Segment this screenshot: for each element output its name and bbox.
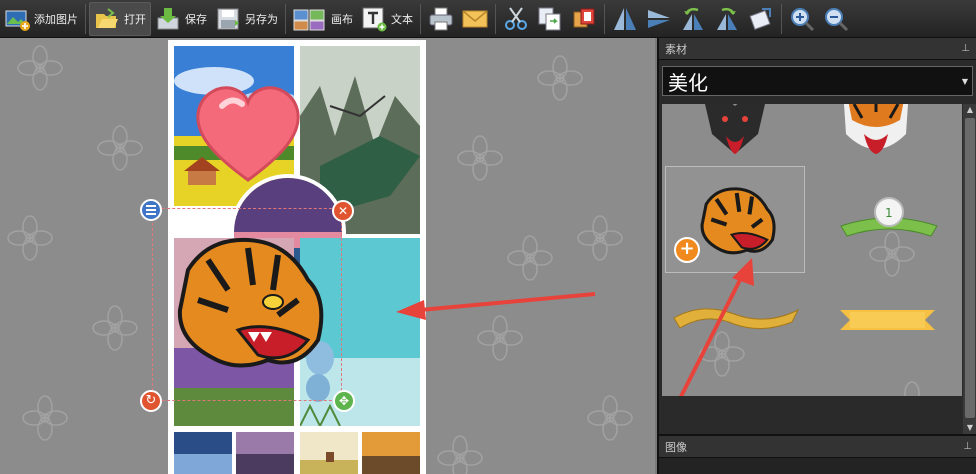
printer-icon [428, 6, 454, 32]
save-as-icon [215, 6, 241, 32]
materials-panel-header: 素材 ⊥ [659, 38, 976, 60]
sticker-tiger-front[interactable] [840, 104, 912, 166]
rotate-right-button[interactable] [710, 2, 744, 36]
email-button[interactable] [458, 2, 492, 36]
open-label: 打开 [124, 12, 146, 26]
toolbar-separator [285, 3, 286, 34]
scroll-up-arrow-icon[interactable]: ▲ [963, 104, 976, 116]
pier-photo [362, 432, 420, 474]
canvas-label: 画布 [331, 12, 353, 26]
chevron-down-icon: ▼ [961, 76, 968, 86]
menu-icon [146, 205, 156, 207]
pin-icon[interactable]: ⊥ [963, 441, 972, 452]
menu-icon-line [146, 209, 156, 211]
menu-icon-line [146, 213, 156, 215]
heart-sticker[interactable] [192, 84, 304, 184]
open-button[interactable]: 打开 [89, 1, 151, 36]
materials-panel: 素材 ⊥ 美化 ▼ + 1 ▲ ▼ 图像 ⊥ [657, 38, 976, 474]
sticker-gallery[interactable]: + 1 [662, 104, 962, 434]
canvas-button[interactable]: 画布 [289, 2, 357, 36]
tiger-front-image [844, 104, 908, 154]
toolbar-separator [604, 3, 605, 34]
sticker-badge-ribbon[interactable]: 1 [837, 192, 942, 242]
zoom-out-icon [823, 6, 849, 32]
resize-icon: ✥ [338, 394, 350, 408]
zoom-in-button[interactable] [785, 2, 819, 36]
photo-cell-bottom-3[interactable] [300, 432, 358, 474]
print-button[interactable] [424, 2, 458, 36]
text-label: 文本 [391, 12, 413, 26]
add-image-button[interactable]: 添加图片 [0, 2, 82, 36]
deer-photo [300, 432, 358, 474]
toolbar-separator [495, 3, 496, 34]
text-button[interactable]: 文本 [357, 2, 417, 36]
copy-button[interactable] [533, 2, 567, 36]
flip-horizontal-icon [612, 6, 638, 32]
rotate-handle[interactable]: ↻ [140, 390, 162, 412]
yellow-banner-image [840, 310, 935, 330]
svg-text:1: 1 [885, 206, 893, 220]
rotate-left-icon [680, 6, 706, 32]
flip-horizontal-button[interactable] [608, 2, 642, 36]
image-panel-header: 图像 ⊥ [659, 436, 976, 458]
paste-button[interactable] [567, 2, 601, 36]
save-as-label: 另存为 [245, 12, 278, 26]
gallery-bottom-gap [662, 396, 962, 434]
rotate-left-button[interactable] [676, 2, 710, 36]
materials-panel-title: 素材 [665, 42, 687, 56]
lake-photo [174, 432, 232, 474]
close-icon: ✕ [337, 204, 349, 218]
toolbar-separator [420, 3, 421, 34]
photo-cell-bottom-4[interactable] [362, 432, 420, 474]
toolbar: 添加图片 打开 保存 另存为 画布 文本 [0, 0, 976, 38]
scissors-icon [503, 6, 529, 32]
rotate-icon: ↻ [145, 393, 157, 408]
cut-button[interactable] [499, 2, 533, 36]
layer-menu-handle[interactable] [140, 199, 162, 221]
canvas-icon [293, 6, 327, 32]
flip-vertical-button[interactable] [642, 2, 676, 36]
category-dropdown[interactable]: 美化 ▼ [662, 66, 973, 96]
copy-icon [537, 6, 563, 32]
save-button[interactable]: 保存 [151, 2, 211, 36]
selection-bounding-box [152, 208, 342, 401]
zoom-in-icon [789, 6, 815, 32]
app-window: 添加图片 打开 保存 另存为 画布 文本 ✕ ↻ ✥ 素材 ⊥ 美化 ▼ + 1… [0, 0, 976, 474]
wolf-image [705, 104, 765, 154]
rotate-right-icon [714, 6, 740, 32]
rotate-free-button[interactable] [744, 2, 778, 36]
scrollbar-thumb[interactable] [965, 118, 975, 418]
sticker-wolf[interactable] [700, 104, 770, 164]
photo-cell-bottom-2[interactable] [236, 432, 294, 474]
flip-vertical-icon [646, 6, 672, 32]
collage-page[interactable] [152, 40, 426, 474]
image-panel-title: 图像 [665, 440, 687, 454]
image-panel: 图像 ⊥ [659, 434, 976, 474]
save-as-button[interactable]: 另存为 [211, 2, 282, 36]
add-image-label: 添加图片 [34, 12, 78, 26]
paste-icon [571, 6, 597, 32]
scroll-down-arrow-icon[interactable]: ▼ [963, 422, 976, 434]
close-handle[interactable]: ✕ [332, 200, 354, 222]
rotate-free-icon [748, 6, 774, 32]
category-value: 美化 [668, 70, 708, 95]
add-image-icon [4, 6, 30, 32]
resize-handle[interactable]: ✥ [333, 390, 355, 412]
envelope-icon [462, 6, 488, 32]
gallery-scrollbar[interactable]: ▲ ▼ [963, 104, 976, 434]
text-icon [361, 6, 387, 32]
editing-canvas[interactable]: ✕ ↻ ✥ [0, 38, 655, 474]
toolbar-separator [781, 3, 782, 34]
pin-icon[interactable]: ⊥ [961, 43, 970, 54]
annotation-arrow-left [396, 292, 596, 320]
save-icon [155, 6, 181, 32]
folder-open-icon [94, 6, 120, 32]
zoom-out-button[interactable] [819, 2, 853, 36]
dusk-photo [236, 432, 294, 474]
photo-cell-bottom-1[interactable] [174, 432, 232, 474]
toolbar-separator [85, 3, 86, 34]
badge-ribbon-image: 1 [840, 197, 938, 237]
sticker-yellow-banner[interactable] [840, 306, 935, 334]
save-label: 保存 [185, 12, 207, 26]
